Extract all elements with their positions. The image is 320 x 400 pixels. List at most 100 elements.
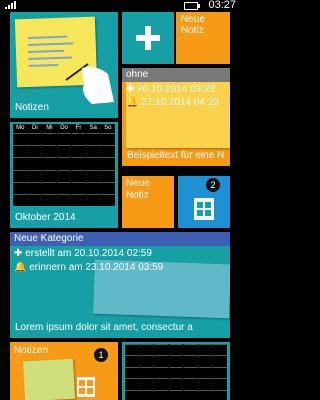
calendar-day-cell[interactable] (154, 355, 169, 365)
weekday-label: Mo (16, 125, 25, 131)
calendar-day-cell[interactable] (198, 389, 213, 400)
calendar-day-cell[interactable] (183, 344, 198, 354)
calendar-day-cell[interactable] (27, 193, 42, 205)
calendar-day-cell[interactable] (86, 145, 101, 156)
calendar-day-cell[interactable] (101, 193, 115, 205)
status-bar: 03:27 (0, 0, 240, 11)
calendar-day-cell[interactable] (86, 133, 101, 144)
calendar-day-cell[interactable] (183, 355, 198, 365)
calendar-day-cell[interactable] (183, 366, 198, 377)
calendar-day-cell[interactable] (125, 366, 139, 377)
calendar-day-cell[interactable] (213, 389, 227, 400)
calendar-day-cell[interactable] (71, 169, 86, 181)
calendar-day-cell[interactable] (42, 169, 57, 181)
calendar-day-cell[interactable] (139, 389, 154, 400)
calendar-day-cell[interactable] (101, 133, 115, 144)
calendar-day-cell[interactable] (125, 378, 139, 388)
weekday-label: So (104, 125, 112, 131)
calendar-day-cell[interactable] (213, 378, 227, 388)
calendar-day-cell[interactable] (101, 157, 115, 168)
calendar-day-cell[interactable] (213, 366, 227, 377)
calendar-day-cell[interactable] (57, 133, 71, 144)
calendar-day-cell[interactable] (27, 181, 42, 193)
add-note-button[interactable] (122, 12, 174, 64)
calendar-day-cell[interactable] (71, 157, 86, 168)
calendar-day-cell[interactable] (154, 344, 169, 354)
calendar-day-cell[interactable] (42, 193, 57, 205)
calendar-day-cell[interactable] (125, 389, 139, 400)
calendar-day-cell[interactable] (57, 157, 71, 168)
calendar-day-cell[interactable] (13, 193, 27, 205)
calendar-day-cell[interactable] (27, 145, 42, 156)
calendar-day-cell[interactable] (169, 389, 183, 400)
calendar-tile[interactable]: Mo Di Mi Do Fr Sa So Oktober 2014 (10, 122, 118, 228)
calendar-day-cell[interactable] (71, 181, 86, 193)
calendar-day-cell[interactable] (57, 169, 71, 181)
calendar-day-cell[interactable] (71, 133, 86, 144)
new-note-small-tile[interactable]: Neue Notiz (122, 176, 174, 228)
calendar-day-cell[interactable] (125, 344, 139, 354)
calendar-day-cell[interactable] (57, 193, 71, 205)
calendar-day-cell[interactable] (13, 169, 27, 181)
calendar-day-cell[interactable] (42, 133, 57, 144)
calendar-day-cell[interactable] (213, 355, 227, 365)
calendar-tile-bottom[interactable] (122, 342, 230, 400)
notizen-tile[interactable]: Notizen (10, 12, 118, 118)
calendar-day-cell[interactable] (27, 169, 42, 181)
calendar-day-cell[interactable] (86, 169, 101, 181)
calendar-day-cell[interactable] (71, 193, 86, 205)
calendar-day-cell[interactable] (101, 169, 115, 181)
calendar-day-cell[interactable] (183, 389, 198, 400)
new-note-tile[interactable]: Neue Notiz (122, 12, 230, 64)
calendar-day-cell[interactable] (13, 145, 27, 156)
calendar-day-cell[interactable] (57, 145, 71, 156)
calendar-day-cell[interactable] (198, 344, 213, 354)
calendar-day-cell[interactable] (139, 378, 154, 388)
new-note-small-label: Neue Notiz (126, 178, 150, 201)
count-badge: 1 (94, 348, 108, 362)
calendar-day-cell[interactable] (198, 378, 213, 388)
calendar-day-cell[interactable] (13, 157, 27, 168)
calendar-day-cell[interactable] (101, 181, 115, 193)
calendar-day-cell[interactable] (154, 378, 169, 388)
calendar-day-cell[interactable] (101, 145, 115, 156)
calendar-day-cell[interactable] (198, 355, 213, 365)
pages-tile[interactable]: 2 (178, 176, 230, 228)
calendar-day-cell[interactable] (42, 157, 57, 168)
calendar-day-cell[interactable] (169, 378, 183, 388)
calendar-day-cell[interactable] (213, 344, 227, 354)
calendar-day-cell[interactable] (13, 181, 27, 193)
calendar-day-cell[interactable] (169, 366, 183, 377)
weekday-label: Mi (46, 125, 53, 131)
category-tile[interactable]: Neue Kategorie ✚ erstellt am 20.10.2014 … (10, 232, 230, 338)
calendar-day-cell[interactable] (139, 344, 154, 354)
calendar-day-cell[interactable] (139, 366, 154, 377)
count-badge: 2 (206, 178, 220, 192)
calendar-day-cell[interactable] (169, 355, 183, 365)
calendar-day-cell[interactable] (125, 355, 139, 365)
calendar-day-cell[interactable] (42, 181, 57, 193)
plus-icon (136, 26, 160, 50)
calendar-day-cell[interactable] (71, 145, 86, 156)
weekday-label: Fr (75, 125, 82, 131)
calendar-day-cell[interactable] (154, 389, 169, 400)
notizen-bottom-tile[interactable]: Notizen 1 (10, 342, 118, 400)
calendar-day-cell[interactable] (13, 133, 27, 144)
calendar-day-cell[interactable] (169, 344, 183, 354)
note-tile-ohne[interactable]: ohne ✚ 20.10.2014 03:23 🔔 27.10.2014 04:… (122, 68, 230, 166)
calendar-day-cell[interactable] (86, 157, 101, 168)
remind-date: 23.10.2014 03:59 (85, 262, 164, 273)
created-date: 20.10.2014 03:23 (137, 84, 216, 95)
calendar-day-cell[interactable] (139, 355, 154, 365)
calendar-day-cell[interactable] (86, 193, 101, 205)
bell-icon: 🔔 (126, 97, 139, 108)
bell-icon: 🔔 (14, 262, 27, 273)
calendar-day-cell[interactable] (42, 145, 57, 156)
calendar-day-cell[interactable] (57, 181, 71, 193)
calendar-day-cell[interactable] (27, 133, 42, 144)
calendar-day-cell[interactable] (198, 366, 213, 377)
calendar-day-cell[interactable] (86, 181, 101, 193)
calendar-day-cell[interactable] (154, 366, 169, 377)
calendar-day-cell[interactable] (27, 157, 42, 168)
calendar-day-cell[interactable] (183, 378, 198, 388)
